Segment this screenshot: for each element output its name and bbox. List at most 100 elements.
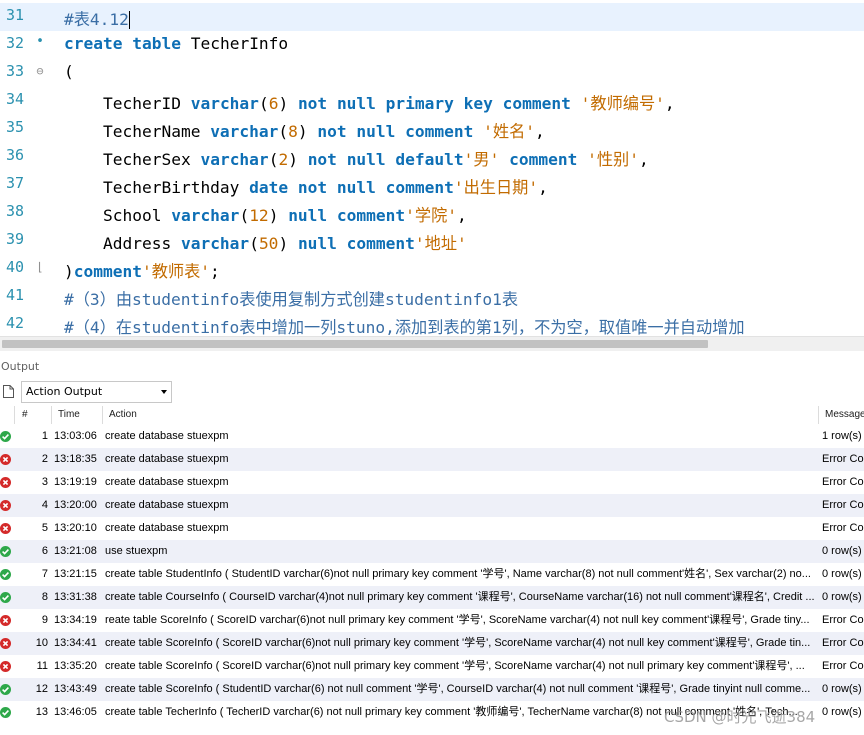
table-row[interactable]: 1 13:03:06 create database stuexpm 1 row(s)… — [0, 425, 864, 448]
row-action: reate table ScoreInfo ( ScoreID varchar(… — [105, 614, 810, 626]
column-header-action[interactable]: Action — [102, 406, 817, 424]
table-row[interactable]: 12 13:43:49 create table ScoreInfo ( Stude… — [0, 678, 864, 701]
row-time: 13:34:19 — [54, 614, 97, 626]
row-time: 13:21:08 — [54, 545, 97, 557]
table-row[interactable]: 5 13:20:10 create database stuexpm Error Co… — [0, 517, 864, 540]
code-line[interactable]: 38 School varchar(12) null comment'学院', — [0, 199, 864, 227]
editor-horizontal-scrollbar[interactable] — [0, 336, 864, 351]
column-header-message[interactable]: Message — [818, 406, 864, 424]
code-token: ( — [64, 62, 74, 81]
line-number: 38 — [6, 202, 25, 220]
code-text: TecherName varchar(8) not null comment '… — [64, 118, 545, 142]
code-token: '教师编号' — [580, 94, 665, 113]
code-token: not — [297, 178, 328, 197]
table-row[interactable]: 9 13:34:19 reate table ScoreInfo ( ScoreID… — [0, 609, 864, 632]
row-number: 3 — [41, 476, 48, 488]
code-line[interactable]: 33 ⊖ ( — [0, 59, 864, 87]
table-row[interactable]: 3 13:19:19 create database stuexpm Error Co… — [0, 471, 864, 494]
code-token: not — [317, 122, 347, 141]
row-message: 0 row(s) a — [822, 591, 864, 603]
output-toolbar: Action Output — [0, 378, 864, 406]
scrollbar-thumb[interactable] — [2, 340, 708, 348]
table-row[interactable]: 7 13:21:15 create table StudentInfo ( Stud… — [0, 563, 864, 586]
output-type-dropdown[interactable]: Action Output — [21, 381, 172, 403]
table-row[interactable]: 6 13:21:08 use stuexpm 0 row(s) a — [0, 540, 864, 563]
code-token: not — [307, 150, 337, 169]
code-line[interactable]: 41 #（3）由studentinfo表使用复制方式创建studentinfo1表 — [0, 283, 864, 311]
row-action: create table ScoreInfo ( ScoreID varchar… — [105, 660, 805, 672]
code-text: ( — [64, 62, 74, 81]
code-line[interactable]: 31 #表4.12 — [0, 3, 864, 31]
code-token: 50 — [258, 234, 279, 253]
code-line[interactable]: 42 #（4）在studentinfo表中增加一列stuno,添加到表的第1列，不… — [0, 311, 864, 336]
code-token: 12 — [249, 206, 269, 225]
status-cell — [0, 425, 12, 448]
code-text: #（4）在studentinfo表中增加一列stuno,添加到表的第1列，不为空… — [64, 314, 745, 336]
status-cell — [0, 678, 12, 701]
row-message: Error Cod — [822, 476, 864, 488]
row-number: 12 — [35, 683, 48, 695]
column-header-time[interactable]: Time — [51, 406, 102, 424]
row-number: 2 — [41, 453, 48, 465]
row-message: Error Cod — [822, 614, 864, 626]
fold-marker-icon[interactable]: ⌊ — [33, 260, 47, 274]
row-message: Error Cod — [822, 522, 864, 534]
table-row[interactable]: 8 13:31:38 create table CourseInfo ( Cours… — [0, 586, 864, 609]
code-line[interactable]: 39 Address varchar(50) null comment'地址' — [0, 227, 864, 255]
table-row[interactable]: 10 13:34:41 create table ScoreInfo ( Score… — [0, 632, 864, 655]
status-cell — [0, 563, 12, 586]
code-line[interactable]: 32 • create table TecherInfo — [0, 31, 864, 59]
code-token: null — [288, 206, 328, 225]
code-token: 6 — [268, 94, 279, 113]
code-line[interactable]: 36 TecherSex varchar(2) not null default… — [0, 143, 864, 171]
row-time: 13:19:19 — [54, 476, 97, 488]
code-token: ( — [239, 206, 250, 225]
code-text: #（3）由studentinfo表使用复制方式创建studentinfo1表 — [64, 286, 518, 310]
table-row[interactable]: 11 13:35:20 create table ScoreInfo ( Score… — [0, 655, 864, 678]
success-check-icon — [0, 569, 11, 580]
code-line[interactable]: 35 TecherName varchar(8) not null commen… — [0, 115, 864, 143]
code-token: ) — [278, 94, 298, 113]
row-message: Error Cod — [822, 660, 864, 672]
code-token: Address — [64, 234, 181, 253]
code-line[interactable]: 37 TecherBirthday date not null comment'… — [0, 171, 864, 199]
code-token: comment — [502, 94, 571, 113]
sql-editor[interactable]: 31 #表4.12 32 • create table TecherInfo 33 ⊖ (34… — [0, 0, 864, 336]
column-header-number[interactable]: # — [14, 406, 47, 424]
fold-marker-icon[interactable]: ⊖ — [33, 64, 47, 78]
table-row[interactable]: 4 13:20:00 create database stuexpm Error Co… — [0, 494, 864, 517]
document-icon[interactable] — [3, 385, 14, 398]
line-number: 35 — [6, 118, 25, 136]
table-header: # Time Action Message — [0, 405, 864, 425]
row-message: 0 row(s) a — [822, 706, 864, 718]
code-token: '性别' — [587, 150, 639, 169]
line-number: 36 — [6, 146, 25, 164]
error-x-icon — [0, 661, 11, 672]
line-number: 42 — [6, 314, 25, 332]
code-token: ) — [297, 122, 318, 141]
row-number: 4 — [41, 499, 48, 511]
error-x-icon — [0, 454, 11, 465]
code-text: TecherID varchar(6) not null primary key… — [64, 90, 675, 114]
code-token: comment — [405, 122, 474, 141]
code-line[interactable]: 34 TecherID varchar(6) not null primary … — [0, 87, 864, 115]
status-cell — [0, 632, 12, 655]
row-message: 0 row(s) a — [822, 568, 864, 580]
code-token: , — [457, 206, 467, 225]
code-token: null — [356, 122, 396, 141]
code-token: null — [297, 234, 337, 253]
success-check-icon — [0, 592, 11, 603]
table-row[interactable]: 2 13:18:35 create database stuexpm Error Co… — [0, 448, 864, 471]
row-action: create database stuexpm — [105, 499, 229, 511]
code-text: School varchar(12) null comment'学院', — [64, 202, 467, 226]
row-number: 1 — [41, 430, 48, 442]
code-line[interactable]: 40 ⌊)comment'教师表'; — [0, 255, 864, 283]
row-time: 13:46:05 — [54, 706, 97, 718]
row-message: Error Cod — [822, 637, 864, 649]
